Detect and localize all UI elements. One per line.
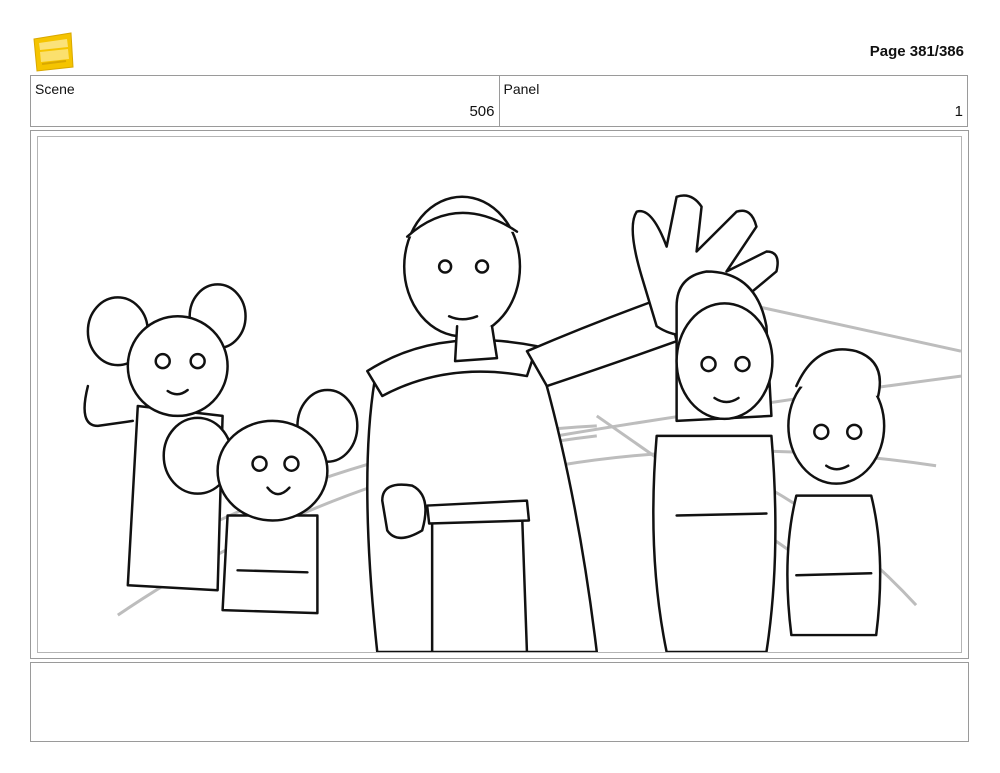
storyboard-sketch-icon xyxy=(83,194,961,652)
scene-value: 506 xyxy=(469,103,495,120)
scene-label: Scene xyxy=(35,81,75,97)
scene-cell: Scene 506 xyxy=(31,76,499,126)
scene-panel-info: Scene 506 Panel 1 xyxy=(30,75,968,127)
panel-cell: Panel 1 xyxy=(498,76,968,126)
panel-label: Panel xyxy=(503,81,540,97)
page-number: Page 381/386 xyxy=(869,43,964,60)
panel-notes-box xyxy=(30,662,969,742)
storyboard-panel-frame xyxy=(30,130,969,659)
young-jedi-logo-icon xyxy=(31,31,75,73)
storyboard-sketch-image xyxy=(37,136,962,653)
panel-value: 1 xyxy=(954,103,963,120)
